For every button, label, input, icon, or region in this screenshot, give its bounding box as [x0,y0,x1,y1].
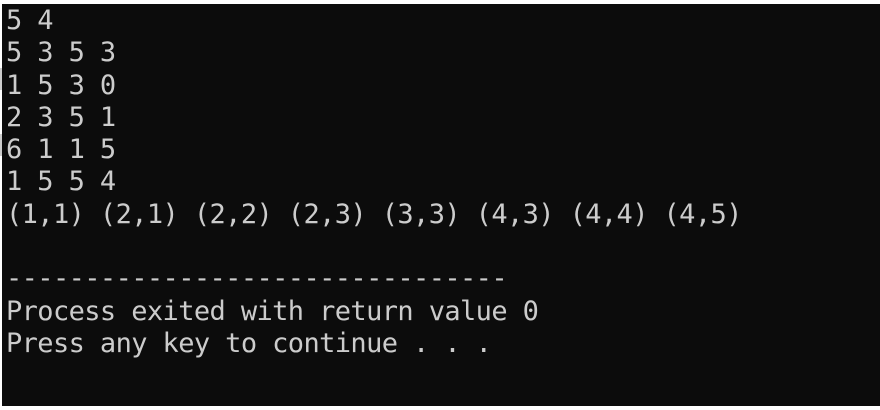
console-line: 6 1 1 5 [6,134,116,166]
console-line: 5 3 5 3 [6,37,116,69]
console-window[interactable]: 5 4 5 3 5 3 1 5 3 0 2 3 5 1 6 1 1 5 1 5 … [2,4,880,406]
console-line: 1 5 5 4 [6,166,116,198]
console-continue-prompt: Press any key to continue . . . [6,327,492,359]
console-line: 2 3 5 1 [6,101,116,133]
console-line: 1 5 3 0 [6,69,116,101]
selection-mark-icon [0,134,2,156]
selection-mark-icon [0,68,2,90]
console-exit-message: Process exited with return value 0 [6,295,539,327]
console-line: 5 4 [6,5,54,36]
console-line-path-output: (1,1) (2,1) (2,2) (2,3) (3,3) (4,3) (4,4… [6,198,742,230]
console-separator: -------------------------------- [6,263,508,295]
